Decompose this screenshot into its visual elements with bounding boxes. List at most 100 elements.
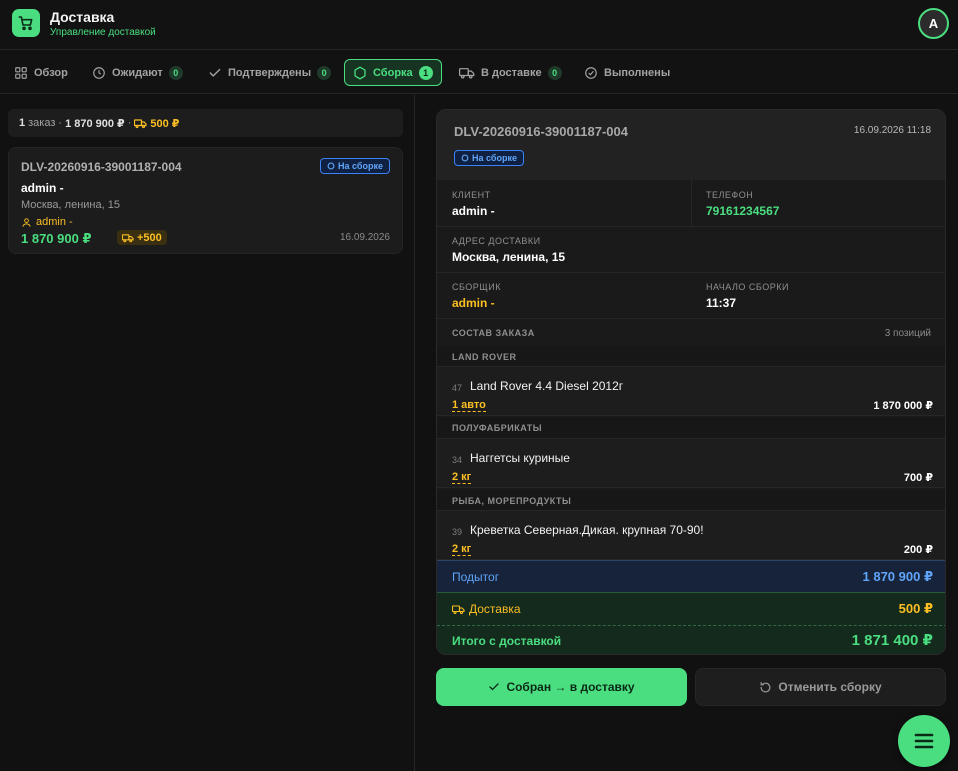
- item-quantity[interactable]: 2 кг: [452, 471, 472, 484]
- divider: [437, 625, 945, 626]
- tab-label: Подтверждены: [228, 66, 312, 79]
- category-header: РЫБА, МОРЕПРОДУКТЫ: [437, 490, 945, 512]
- divider: [691, 180, 692, 226]
- cancel-assembly-label: Отменить сборку: [778, 680, 882, 694]
- assembler-value: admin -: [452, 296, 495, 310]
- truck-icon: [459, 67, 475, 79]
- undo-icon: [760, 681, 771, 692]
- tab-label: Выполнены: [604, 66, 671, 79]
- status-tabs: Обзор Ожидают 0 Подтверждены 0 Сборка 1 …: [0, 51, 958, 94]
- mark-assembled-label: Собран → в доставку: [506, 680, 635, 694]
- status-badge-label: На сборке: [472, 153, 517, 163]
- item-number: 39: [452, 527, 463, 537]
- tab-assembly[interactable]: Сборка 1: [344, 59, 442, 86]
- start-value: 11:37: [706, 296, 737, 310]
- cancel-assembly-button[interactable]: Отменить сборку: [695, 668, 946, 706]
- start-label: НАЧАЛО СБОРКИ: [706, 282, 789, 292]
- app-header: Доставка Управление доставкой A: [0, 0, 958, 50]
- hexagon-icon: [354, 65, 366, 80]
- composition-title: СОСТАВ ЗАКАЗА: [452, 328, 535, 338]
- menu-fab-button[interactable]: [898, 715, 950, 767]
- tab-count: 0: [547, 65, 562, 80]
- truck-icon: [134, 118, 147, 128]
- status-badge: На сборке: [320, 158, 390, 174]
- tab-label: В доставке: [481, 66, 542, 79]
- item-number: 47: [452, 383, 463, 393]
- item-name: Наггетсы куриные: [470, 451, 570, 465]
- truck-icon: [452, 604, 465, 614]
- order-delivery-pill: +500: [117, 230, 167, 245]
- phone-label: ТЕЛЕФОН: [706, 190, 754, 200]
- orders-summary: 1 заказ · 1 870 900 ₽ · 500 ₽: [8, 109, 403, 137]
- circle-icon: [327, 162, 335, 170]
- summary-total: 1 870 900 ₽: [65, 117, 125, 130]
- phone-value[interactable]: 79161234567: [706, 204, 779, 218]
- item-number: 34: [452, 455, 463, 465]
- positions-count: 3 позиций: [884, 328, 931, 339]
- clock-icon: [93, 66, 105, 79]
- user-icon: [22, 217, 31, 227]
- tab-completed[interactable]: Выполнены: [576, 59, 678, 86]
- delivery-value: 500 ₽: [898, 601, 933, 616]
- cart-icon[interactable]: [12, 9, 40, 37]
- divider: [437, 272, 945, 273]
- divider: [437, 318, 945, 319]
- delivery-label: Доставка: [469, 602, 521, 616]
- check-circle-icon: [585, 66, 597, 79]
- list-item: 47 Land Rover 4.4 Diesel 2012г 1 авто 1 …: [437, 366, 945, 416]
- item-quantity[interactable]: 2 кг: [452, 543, 472, 556]
- order-customer: admin -: [21, 181, 64, 195]
- tab-count: 0: [317, 65, 332, 80]
- category-header: ПОЛУФАБРИКАТЫ: [437, 417, 945, 439]
- subtotal-value: 1 870 900 ₽: [862, 569, 934, 584]
- order-date: 16.09.2026: [339, 232, 390, 243]
- subtotal-row: Подытог 1 870 900 ₽: [437, 560, 945, 592]
- tab-in-delivery[interactable]: В доставке 0: [451, 59, 570, 86]
- tab-pending[interactable]: Ожидают 0: [84, 59, 191, 86]
- summary-delivery-value: 500 ₽: [150, 117, 180, 130]
- app-root: Доставка Управление доставкой A Обзор Ож…: [0, 0, 958, 771]
- address-value: Москва, ленина, 15: [452, 250, 566, 264]
- status-badge: На сборке: [454, 150, 524, 166]
- tab-overview[interactable]: Обзор: [6, 59, 76, 86]
- mark-assembled-button[interactable]: Собран → в доставку: [436, 668, 687, 706]
- order-card[interactable]: DLV-20260916-39001187-004 На сборке admi…: [8, 147, 403, 254]
- address-label: АДРЕС ДОСТАВКИ: [452, 236, 541, 246]
- order-detail-card: DLV-20260916-39001187-004 16.09.2026 11:…: [436, 109, 946, 655]
- item-quantity[interactable]: 1 авто: [452, 399, 486, 412]
- order-id: DLV-20260916-39001187-004: [21, 160, 182, 174]
- detail-order-id: DLV-20260916-39001187-004: [454, 124, 628, 139]
- order-detail-panel: DLV-20260916-39001187-004 16.09.2026 11:…: [416, 95, 958, 771]
- item-price: 700 ₽: [903, 472, 933, 484]
- summary-separator: ·: [127, 117, 132, 129]
- circle-icon: [461, 154, 469, 162]
- orders-list-panel: 1 заказ · 1 870 900 ₽ · 500 ₽ DLV-202609…: [0, 95, 415, 771]
- truck-icon: [122, 233, 134, 242]
- tab-count: 1: [418, 65, 433, 80]
- item-price: 200 ₽: [903, 544, 933, 556]
- summary-count: 1: [19, 117, 26, 129]
- menu-icon: [914, 733, 934, 749]
- summary-count-suffix: заказ: [28, 117, 56, 129]
- grand-total-label: Итого с доставкой: [452, 634, 562, 648]
- tab-confirmed[interactable]: Подтверждены 0: [200, 59, 339, 86]
- item-name: Креветка Северная.Дикая. крупная 70-90!: [470, 523, 704, 537]
- totals-block: Доставка 500 ₽ Итого с доставкой 1 871 4…: [437, 592, 945, 654]
- avatar[interactable]: A: [918, 8, 949, 39]
- grand-total-value: 1 871 400 ₽: [851, 632, 933, 649]
- client-label: КЛИЕНТ: [452, 190, 491, 200]
- order-delivery-pill-value: +500: [137, 231, 162, 244]
- subtotal-label: Подытог: [452, 570, 500, 584]
- client-value: admin -: [452, 204, 495, 218]
- check-icon: [209, 68, 221, 77]
- item-name: Land Rover 4.4 Diesel 2012г: [470, 379, 624, 393]
- summary-delivery: 500 ₽: [134, 117, 179, 130]
- order-total: 1 870 900 ₽: [21, 231, 92, 246]
- status-badge-label: На сборке: [338, 161, 383, 171]
- category-header: LAND ROVER: [437, 346, 945, 368]
- tab-label: Ожидают: [112, 66, 163, 79]
- order-assembler: admin -: [21, 216, 73, 228]
- list-item: 39 Креветка Северная.Дикая. крупная 70-9…: [437, 510, 945, 560]
- tab-label: Обзор: [34, 66, 68, 79]
- tab-count: 0: [168, 65, 183, 80]
